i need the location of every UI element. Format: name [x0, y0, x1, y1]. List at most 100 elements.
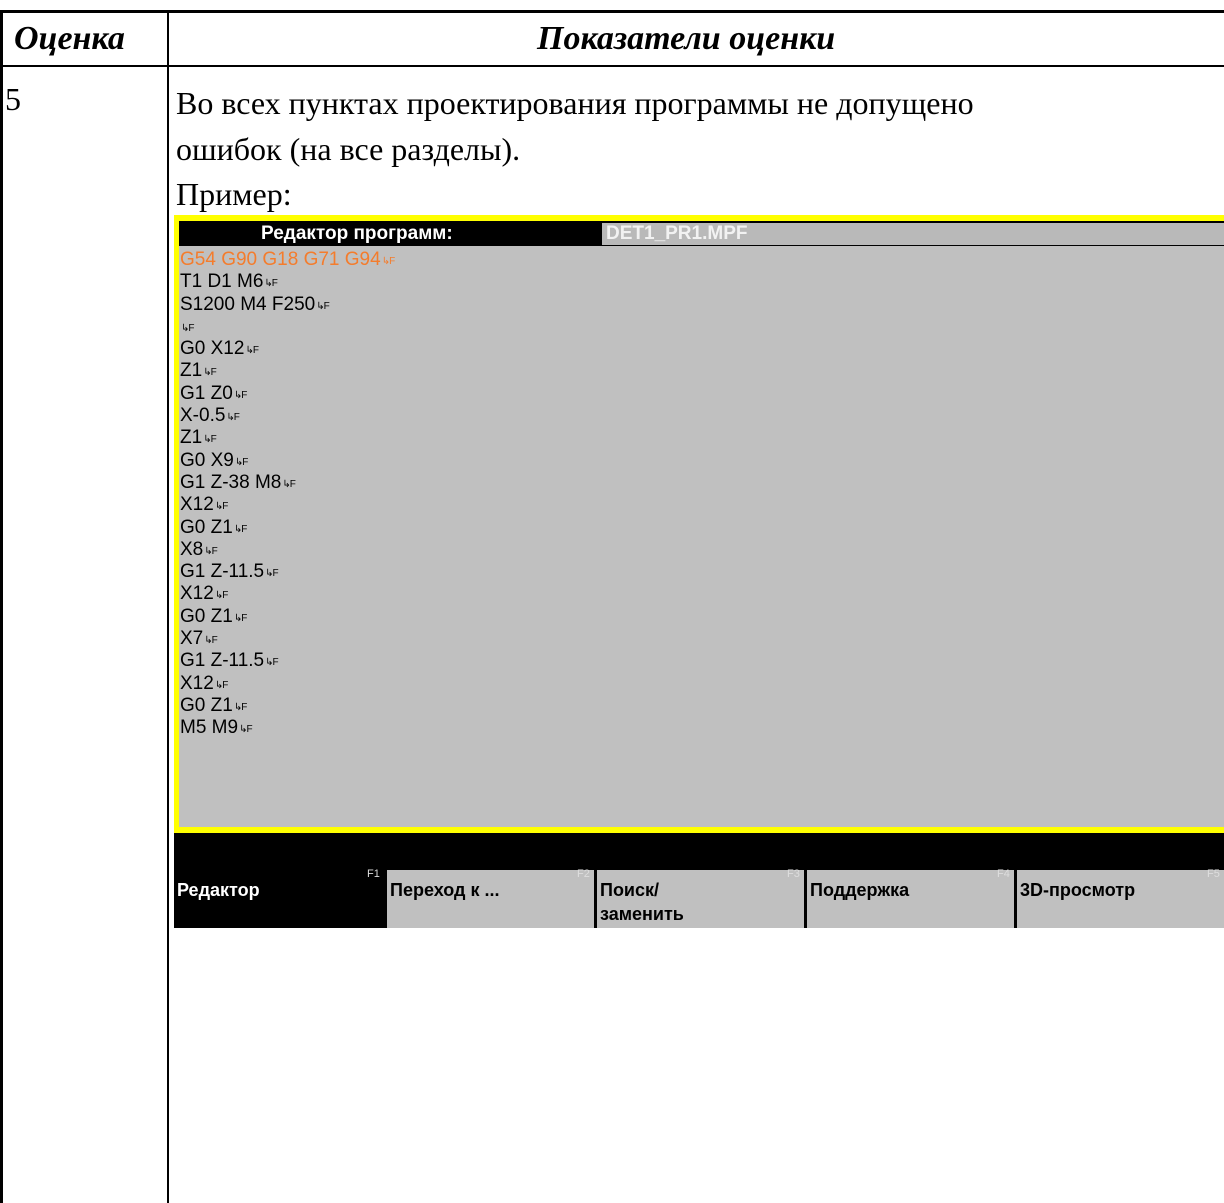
softkey-5[interactable]: 3D-просмотр: [1017, 870, 1224, 928]
code-line[interactable]: G1 Z-38 M8↳F: [180, 472, 1220, 494]
code-line[interactable]: G0 X12↳F: [180, 338, 1220, 360]
fkey-indicator: F1: [367, 868, 380, 880]
line-end-icon: ↳F: [264, 278, 277, 290]
code-line[interactable]: T1 D1 M6↳F: [180, 271, 1220, 293]
filename-box: DET1_PR1.MPF: [602, 223, 1224, 245]
softkey-label: Поиск/ заменить: [600, 880, 684, 924]
softkey-2[interactable]: Переход к ...: [387, 870, 594, 928]
editor-titlebar: Редактор программ: DET1_PR1.MPF: [179, 221, 1224, 246]
line-end-icon: ↳F: [214, 679, 228, 691]
code-text: G1 Z-11.5: [180, 650, 265, 672]
softkey-label: 3D-просмотр: [1020, 880, 1136, 900]
code-text: G1 Z-38 M8: [180, 471, 282, 493]
table-column-divider: [167, 10, 169, 1203]
code-line[interactable]: Z1↳F: [180, 427, 1220, 449]
softkey-label: Редактор: [177, 880, 260, 900]
softkey-label: Переход к ...: [390, 880, 500, 900]
code-line[interactable]: X12↳F: [180, 583, 1220, 605]
line-end-icon: ↳F: [226, 412, 239, 424]
code-line[interactable]: X7↳F: [180, 628, 1220, 650]
softkey-bar: Редактор F1 Переход к ... F2 Поиск/ заменить…: [174, 833, 1224, 928]
editor-title: Редактор программ:: [261, 223, 453, 244]
code-text: X8: [180, 538, 204, 560]
fkey-indicator: F3: [787, 868, 800, 880]
line-end-icon: ↳F: [265, 657, 278, 669]
code-line[interactable]: M5 M9↳F: [180, 717, 1220, 739]
code-text: G0 Z1: [180, 605, 233, 627]
header-grade: Оценка: [14, 20, 125, 57]
line-end-icon: ↳F: [381, 256, 395, 267]
code-text: G1 Z0: [180, 382, 233, 404]
code-line[interactable]: G0 X9↳F: [180, 450, 1220, 472]
code-text: G54 G90 G18 G71 G94: [180, 249, 381, 270]
line-end-icon: ↳F: [214, 501, 228, 513]
code-text: G0 X12: [180, 338, 245, 360]
code-text: G0 Z1: [180, 694, 233, 716]
program-code[interactable]: G54 G90 G18 G71 G94↳F T1 D1 M6↳F S1200 M4 …: [180, 249, 1220, 740]
line-end-icon: ↳F: [265, 568, 278, 580]
line-end-icon: ↳F: [203, 367, 216, 379]
code-text: X12: [180, 672, 214, 694]
code-text: G0 X9: [180, 449, 234, 471]
line-end-icon: ↳F: [233, 523, 247, 535]
grade-value: 5: [5, 81, 21, 117]
table-left-border: [0, 10, 3, 1203]
code-text: X12: [180, 494, 214, 516]
line-end-icon: ↳F: [282, 478, 295, 490]
criteria-text-line2: ошибок (на все разделы).: [176, 131, 521, 167]
code-text: X7: [180, 628, 204, 650]
line-end-icon: ↳F: [204, 635, 217, 647]
code-line[interactable]: G1 Z-11.5↳F: [180, 650, 1220, 672]
code-text: X-0.5: [180, 405, 226, 427]
program-filename: DET1_PR1.MPF: [606, 223, 748, 244]
softkey-4[interactable]: Поддержка: [807, 870, 1014, 928]
code-text: S1200 M4 F250: [180, 293, 316, 315]
code-line[interactable]: S1200 M4 F250↳F: [180, 294, 1220, 316]
softkey-label: Поддержка: [810, 880, 910, 900]
line-end-icon: ↳F: [203, 434, 216, 446]
code-text: T1 D1 M6: [180, 271, 264, 293]
line-end-icon: ↳F: [316, 300, 329, 312]
line-end-icon: ↳F: [234, 456, 248, 468]
editor-panel: Редактор программ: DET1_PR1.MPF G54 G90 …: [179, 221, 1224, 827]
softkey-3[interactable]: Поиск/ заменить: [597, 870, 804, 928]
code-text: Z1: [180, 427, 203, 449]
code-line[interactable]: Z1↳F: [180, 360, 1220, 382]
code-line[interactable]: G0 Z1↳F: [180, 517, 1220, 539]
code-text: M5 M9: [180, 717, 239, 739]
assessment-page: Оценка Показатели оценки 5 Во всех пункт…: [0, 0, 1224, 1203]
code-line[interactable]: X8↳F: [180, 539, 1220, 561]
line-end-icon: ↳F: [214, 590, 228, 602]
code-line[interactable]: ↳F: [180, 316, 1220, 338]
code-line[interactable]: X12↳F: [180, 494, 1220, 516]
code-text: Z1: [180, 360, 203, 382]
code-text: G0 Z1: [180, 516, 233, 538]
code-line[interactable]: G1 Z-11.5↳F: [180, 561, 1220, 583]
fkey-indicator: F2: [577, 868, 590, 880]
code-line[interactable]: X-0.5↳F: [180, 405, 1220, 427]
fkey-indicator: F4: [997, 868, 1010, 880]
table-header-divider: [0, 65, 1224, 67]
line-end-icon: ↳F: [181, 322, 194, 334]
code-text: G1 Z-11.5: [180, 561, 265, 583]
line-end-icon: ↳F: [245, 345, 258, 357]
code-line[interactable]: G1 Z0↳F: [180, 383, 1220, 405]
line-end-icon: ↳F: [204, 545, 217, 557]
fkey-indicator: F5: [1207, 868, 1220, 880]
table-top-border: [0, 10, 1224, 13]
criteria-text-line1: Во всех пунктах проектирования программы…: [176, 85, 974, 121]
softkey-1[interactable]: Редактор: [174, 870, 384, 928]
line-end-icon: ↳F: [239, 724, 252, 736]
header-criteria: Показатели оценки: [537, 20, 836, 57]
code-line[interactable]: X12↳F: [180, 673, 1220, 695]
line-end-icon: ↳F: [233, 612, 247, 624]
code-line[interactable]: G54 G90 G18 G71 G94↳F: [180, 249, 1220, 271]
code-line[interactable]: G0 Z1↳F: [180, 695, 1220, 717]
line-end-icon: ↳F: [233, 389, 247, 401]
cnc-editor-screenshot: Редактор программ: DET1_PR1.MPF G54 G90 …: [174, 215, 1224, 928]
code-line[interactable]: G0 Z1↳F: [180, 606, 1220, 628]
line-end-icon: ↳F: [233, 701, 247, 713]
example-label: Пример:: [176, 176, 292, 212]
editor-frame: Редактор программ: DET1_PR1.MPF G54 G90 …: [174, 215, 1224, 833]
code-text: X12: [180, 583, 214, 605]
